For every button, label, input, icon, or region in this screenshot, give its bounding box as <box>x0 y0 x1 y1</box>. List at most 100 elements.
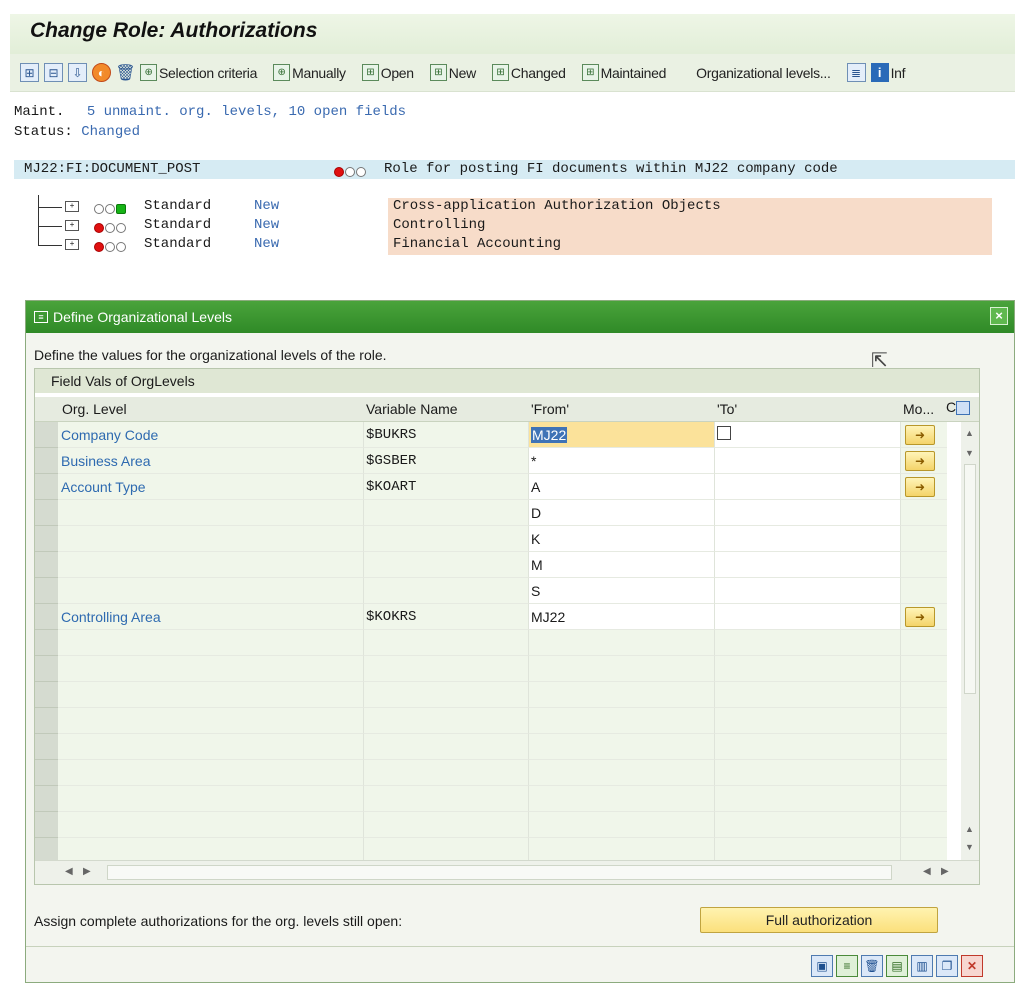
row-selector[interactable] <box>35 448 58 474</box>
maintained-button[interactable]: ⊞ Maintained <box>581 64 666 81</box>
tree-row[interactable]: + Standard New Controlling <box>38 217 998 236</box>
full-authorization-button[interactable]: Full authorization <box>700 907 938 933</box>
to-cell[interactable] <box>715 448 901 474</box>
column-header-more[interactable]: Mo... <box>903 401 934 417</box>
vertical-scrollbar[interactable]: ▲ ▼ ▲ ▼ <box>961 422 979 860</box>
scroll-down-icon[interactable]: ▼ <box>965 842 974 852</box>
maintained-icon: ⊞ <box>581 64 599 81</box>
row-selector[interactable] <box>35 474 58 500</box>
delete-icon[interactable]: 🗑 <box>861 955 883 977</box>
row-selector[interactable] <box>35 552 58 578</box>
deselect-icon[interactable]: ▥ <box>911 955 933 977</box>
to-cell[interactable] <box>715 578 901 604</box>
table-row[interactable]: D <box>35 500 957 526</box>
table-row[interactable] <box>35 760 957 786</box>
arrow-right-icon[interactable]: ➜ <box>905 425 935 445</box>
scroll-left-icon[interactable]: ◀ <box>65 866 73 877</box>
scroll-thumb[interactable] <box>964 464 976 694</box>
copy-icon[interactable]: ❐ <box>936 955 958 977</box>
row-selector[interactable] <box>35 604 58 630</box>
from-cell[interactable]: K <box>529 526 715 552</box>
row-selector[interactable] <box>35 422 58 448</box>
close-icon[interactable]: × <box>990 307 1008 325</box>
select-icon[interactable]: ▤ <box>886 955 908 977</box>
role-row[interactable]: MJ22:FI:DOCUMENT_POST Role for posting F… <box>14 160 1015 179</box>
from-cell[interactable]: MJ22 <box>529 422 715 448</box>
table-row[interactable] <box>35 630 957 656</box>
column-header-org-level[interactable]: Org. Level <box>62 401 127 417</box>
check-icon[interactable]: ◐ <box>92 63 111 82</box>
row-selector[interactable] <box>35 500 58 526</box>
from-cell[interactable]: * <box>529 448 715 474</box>
cancel-icon[interactable]: ✕ <box>961 955 983 977</box>
variable-cell: $KOART <box>364 474 529 500</box>
arrow-right-icon[interactable]: ➜ <box>905 607 935 627</box>
column-settings-icon[interactable]: C <box>946 399 971 416</box>
org-levels-button[interactable]: Organizational levels... <box>696 65 831 81</box>
from-cell[interactable]: D <box>529 500 715 526</box>
arrow-right-icon[interactable]: ➜ <box>905 477 935 497</box>
horizontal-scrollbar[interactable]: ◀ ▶ ◀ ▶ <box>35 860 979 884</box>
table-row[interactable]: Company Code $BUKRS MJ22 ➜ <box>35 422 957 448</box>
folder-icon[interactable]: + <box>65 220 79 231</box>
scroll-up-icon[interactable]: ▲ <box>965 428 974 438</box>
role-description: Role for posting FI documents within MJ2… <box>384 161 838 177</box>
table-row[interactable]: Controlling Area $KOKRS MJ22 ➜ <box>35 604 957 630</box>
to-cell[interactable] <box>715 526 901 552</box>
from-cell[interactable]: S <box>529 578 715 604</box>
to-cell[interactable] <box>715 474 901 500</box>
table-row[interactable]: K <box>35 526 957 552</box>
to-cell[interactable] <box>715 422 901 448</box>
table-row[interactable] <box>35 734 957 760</box>
scroll-track[interactable] <box>107 865 892 880</box>
trash-icon[interactable]: 🗑 <box>115 63 135 82</box>
infos-button[interactable]: i Inf <box>870 63 906 82</box>
table-row[interactable]: S <box>35 578 957 604</box>
table-row[interactable]: Business Area $GSBER * ➜ <box>35 448 957 474</box>
table-row[interactable] <box>35 708 957 734</box>
folder-icon[interactable]: + <box>65 239 79 250</box>
row-selector[interactable] <box>35 526 58 552</box>
to-cell[interactable] <box>715 500 901 526</box>
from-cell[interactable]: M <box>529 552 715 578</box>
scroll-left-icon[interactable]: ◀ <box>923 866 931 877</box>
folder-icon[interactable]: + <box>65 201 79 212</box>
arrow-right-icon[interactable]: ➜ <box>905 451 935 471</box>
table-row[interactable] <box>35 786 957 812</box>
expand-all-icon[interactable]: ⊞ <box>20 63 39 82</box>
column-header-to[interactable]: 'To' <box>717 401 737 417</box>
list-icon[interactable]: ≣ <box>846 63 866 82</box>
input-help-icon[interactable] <box>717 426 731 440</box>
tree-row[interactable]: + Standard New Financial Accounting <box>38 236 998 255</box>
selection-criteria-button[interactable]: ⊕ Selection criteria <box>140 64 257 81</box>
save-icon[interactable]: ▣ <box>811 955 833 977</box>
generate-icon[interactable]: ⇩ <box>68 63 87 82</box>
to-cell[interactable] <box>715 604 901 630</box>
scroll-right-icon[interactable]: ▶ <box>83 866 91 877</box>
to-cell[interactable] <box>715 552 901 578</box>
column-header-variable-name[interactable]: Variable Name <box>366 401 458 417</box>
tree-row[interactable]: + Standard New Cross-application Authori… <box>38 198 998 217</box>
scroll-up-icon[interactable]: ▲ <box>965 824 974 834</box>
column-header-from[interactable]: 'From' <box>531 401 569 417</box>
maint-label: Maint. <box>14 104 65 120</box>
changed-button[interactable]: ⊞ Changed <box>491 64 566 81</box>
new-button[interactable]: ⊞ New <box>429 64 476 81</box>
org-level-cell <box>58 552 364 578</box>
from-cell[interactable]: MJ22 <box>529 604 715 630</box>
table-row[interactable] <box>35 682 957 708</box>
table-row[interactable] <box>35 656 957 682</box>
scroll-down-icon[interactable]: ▼ <box>965 448 974 458</box>
manually-button[interactable]: ⊕ Manually <box>273 64 346 81</box>
table-row[interactable] <box>35 838 957 860</box>
from-cell[interactable]: A <box>529 474 715 500</box>
row-selector[interactable] <box>35 578 58 604</box>
transfer-icon[interactable]: ≡ <box>836 955 858 977</box>
table-row[interactable]: Account Type $KOART A ➜ <box>35 474 957 500</box>
scroll-right-icon[interactable]: ▶ <box>941 866 949 877</box>
open-button[interactable]: ⊞ Open <box>361 64 414 81</box>
table-row[interactable]: M <box>35 552 957 578</box>
dialog-title-bar[interactable]: ≡ Define Organizational Levels × <box>26 301 1014 333</box>
collapse-all-icon[interactable]: ⊟ <box>44 63 63 82</box>
table-row[interactable] <box>35 812 957 838</box>
